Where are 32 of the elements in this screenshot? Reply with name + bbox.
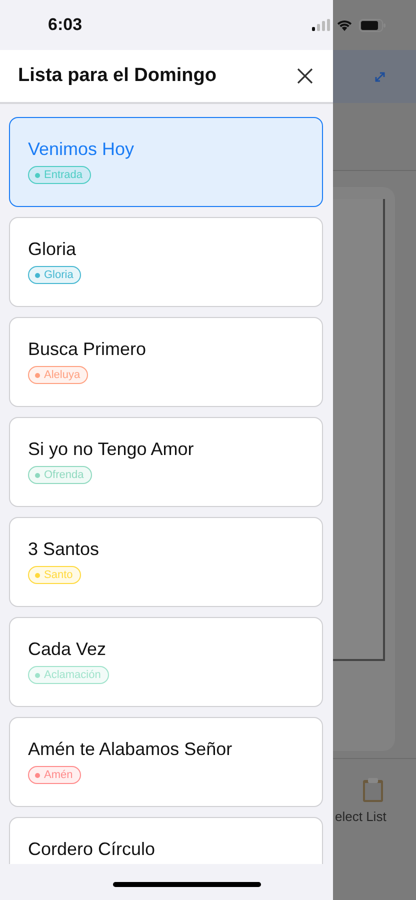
song-title: Cordero Círculo bbox=[28, 839, 156, 860]
expand-icon bbox=[374, 70, 386, 82]
song-title: 3 Santos bbox=[28, 539, 100, 560]
song-title: Gloria bbox=[28, 239, 78, 260]
battery-icon bbox=[359, 18, 386, 32]
tab-label[interactable]: elect List bbox=[335, 809, 386, 824]
tag-label: Ofrenda bbox=[44, 469, 84, 481]
song-card[interactable]: Amén te Alabamos Señor Amén bbox=[9, 717, 323, 807]
tag-label: Santo bbox=[44, 569, 73, 581]
song-title: Busca Primero bbox=[28, 339, 148, 360]
sheet-title: Lista para el Domingo bbox=[18, 65, 216, 87]
close-button[interactable] bbox=[295, 66, 315, 86]
tag-label: Gloria bbox=[44, 269, 74, 281]
song-title: Cada Vez bbox=[28, 639, 108, 660]
song-title: Si yo no Tengo Amor bbox=[28, 439, 195, 460]
clipboard-icon bbox=[362, 777, 384, 803]
tag-label: Entrada bbox=[44, 169, 83, 181]
song-card[interactable]: 3 Santos Santo bbox=[9, 517, 323, 607]
tag-label: Aclamación bbox=[44, 669, 101, 681]
song-title: Amén te Alabamos Señor bbox=[28, 739, 234, 760]
song-card[interactable]: Cordero Círculo bbox=[9, 817, 323, 864]
song-title: Venimos Hoy bbox=[28, 139, 136, 160]
wifi-icon bbox=[336, 19, 353, 31]
status-time: 6:03 bbox=[48, 15, 82, 35]
song-card[interactable]: Si yo no Tengo Amor Ofrenda bbox=[9, 417, 323, 507]
tag-label: Aleluya bbox=[44, 369, 80, 381]
song-card[interactable]: Busca Primero Aleluya bbox=[9, 317, 323, 407]
close-icon bbox=[297, 68, 313, 84]
tag-label: Amén bbox=[44, 769, 73, 781]
song-card[interactable]: Cada Vez Aclamación bbox=[9, 617, 323, 707]
song-card[interactable]: Gloria Gloria bbox=[9, 217, 323, 307]
signal-icon bbox=[312, 19, 330, 31]
